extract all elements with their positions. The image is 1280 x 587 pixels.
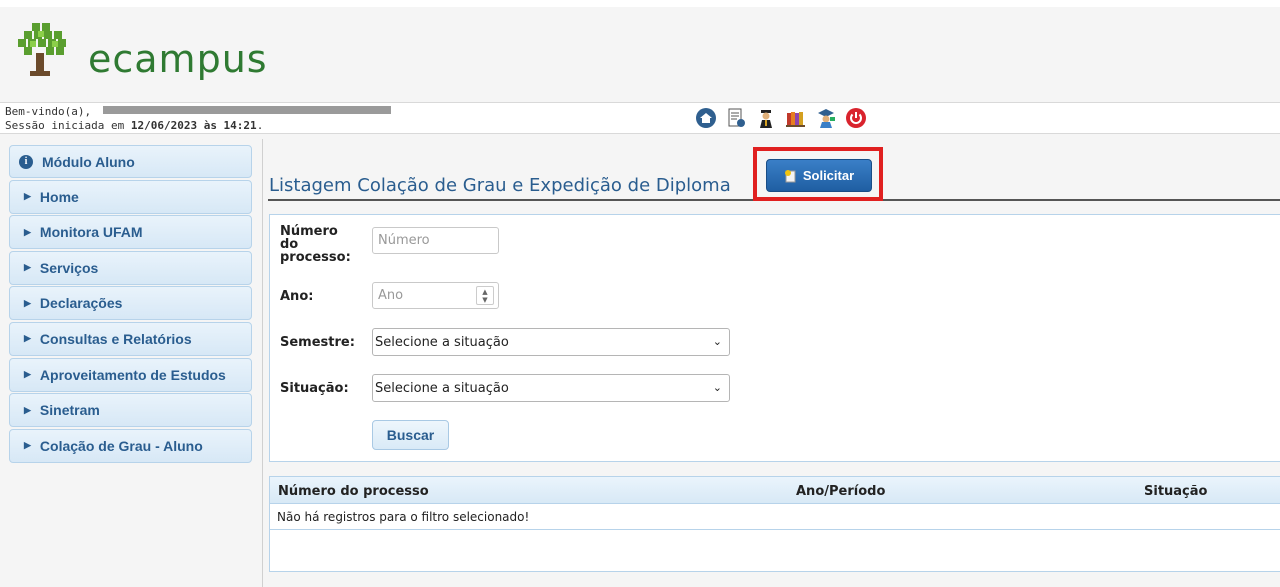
caret-right-icon: ▶ bbox=[24, 262, 31, 273]
sidebar-item-servicos[interactable]: ▶ Serviços bbox=[9, 250, 252, 285]
sidebar-item-sinetram[interactable]: ▶ Sinetram bbox=[9, 393, 252, 428]
session-datetime: 12/06/2023 às 14:21 bbox=[130, 119, 257, 132]
page-title: Listagem Colação de Grau e Expedição de … bbox=[269, 175, 731, 196]
welcome-text: Bem-vindo(a), bbox=[5, 105, 92, 118]
session-prefix: Sessão iniciada em bbox=[5, 119, 125, 132]
semestre-value: Selecione a situação bbox=[375, 334, 509, 350]
graduate-icon[interactable] bbox=[754, 106, 778, 130]
books-icon[interactable] bbox=[784, 106, 808, 130]
semestre-select[interactable]: Selecione a situação ⌄ bbox=[372, 328, 730, 356]
sidebar-item-label: Serviços bbox=[39, 259, 99, 276]
sidebar-item-label: Colação de Grau - Aluno bbox=[39, 437, 203, 454]
caret-right-icon: ▶ bbox=[24, 191, 31, 202]
filter-panel: Número do processo: Número Ano: Ano ▲ ▼ S… bbox=[269, 214, 1280, 462]
quick-icons bbox=[694, 106, 868, 130]
sidebar-item-monitora-ufam[interactable]: ▶ Monitora UFAM bbox=[9, 215, 252, 250]
session-bar: Bem-vindo(a), Sessão iniciada em 12/06/2… bbox=[0, 102, 1280, 134]
solicitar-button[interactable]: Solicitar bbox=[766, 159, 872, 192]
home-icon[interactable] bbox=[694, 106, 718, 130]
sidebar-item-label: Home bbox=[39, 188, 79, 205]
buscar-button[interactable]: Buscar bbox=[372, 420, 449, 450]
session-suffix: . bbox=[256, 119, 264, 132]
logo-text: ecampus bbox=[88, 37, 268, 81]
sidebar-item-aproveitamento-estudos[interactable]: ▶ Aproveitamento de Estudos bbox=[9, 357, 252, 392]
sidebar-header-modulo-aluno[interactable]: i Módulo Aluno bbox=[9, 145, 252, 178]
empty-message-row: Não há registros para o filtro seleciona… bbox=[270, 504, 1280, 530]
user-name-redacted bbox=[103, 106, 391, 114]
situacao-select[interactable]: Selecione a situação ⌄ bbox=[372, 374, 730, 402]
sidebar-item-consultas-relatorios[interactable]: ▶ Consultas e Relatórios bbox=[9, 321, 252, 356]
solicitar-label: Solicitar bbox=[802, 168, 855, 183]
caret-right-icon: ▶ bbox=[24, 333, 31, 344]
sidebar-item-label: Aproveitamento de Estudos bbox=[39, 366, 226, 383]
header: ecampus bbox=[0, 7, 1280, 102]
numero-processo-input[interactable]: Número bbox=[372, 227, 499, 254]
sidebar-item-label: Sinetram bbox=[39, 402, 100, 419]
sidebar-item-colacao-grau[interactable]: ▶ Colação de Grau - Aluno bbox=[9, 428, 252, 463]
tree-logo-icon bbox=[18, 23, 66, 76]
sidebar-item-declaracoes[interactable]: ▶ Declarações bbox=[9, 286, 252, 321]
info-icon: i bbox=[19, 154, 33, 169]
semestre-label: Semestre: bbox=[280, 335, 355, 350]
sidebar-header-label: Módulo Aluno bbox=[42, 153, 135, 170]
caret-right-icon: ▶ bbox=[24, 440, 31, 451]
caret-right-icon: ▶ bbox=[24, 226, 31, 237]
ano-input[interactable]: Ano ▲ ▼ bbox=[372, 282, 499, 309]
numero-label-line3: processo: bbox=[280, 250, 351, 265]
column-situacao[interactable]: Situação bbox=[1144, 484, 1207, 499]
sidebar-item-label: Declarações bbox=[39, 295, 123, 312]
document-icon[interactable] bbox=[724, 106, 748, 130]
ecampus-logo[interactable]: ecampus bbox=[16, 17, 267, 81]
column-numero-processo[interactable]: Número do processo bbox=[278, 484, 429, 499]
teacher-icon[interactable] bbox=[814, 106, 838, 130]
numero-placeholder: Número bbox=[378, 233, 430, 248]
power-icon[interactable] bbox=[844, 106, 868, 130]
top-strip bbox=[0, 0, 1280, 7]
caret-right-icon: ▶ bbox=[24, 297, 31, 308]
sidebar-item-home[interactable]: ▶ Home bbox=[9, 179, 252, 214]
table-header: Número do processo Ano/Período Situação bbox=[270, 477, 1280, 504]
sidebar-item-label: Monitora UFAM bbox=[39, 224, 143, 241]
ano-label: Ano: bbox=[280, 289, 314, 304]
caret-right-icon: ▶ bbox=[24, 369, 31, 380]
ano-placeholder: Ano bbox=[378, 288, 404, 303]
situacao-label: Situação: bbox=[280, 381, 349, 396]
session-info: Sessão iniciada em 12/06/2023 às 14:21. bbox=[5, 119, 263, 132]
results-table: Número do processo Ano/Período Situação … bbox=[269, 476, 1280, 572]
sidebar: i Módulo Aluno ▶ Home ▶ Monitora UFAM ▶ … bbox=[9, 145, 252, 464]
ano-spinner[interactable]: ▲ ▼ bbox=[476, 286, 494, 305]
chevron-down-icon: ⌄ bbox=[712, 381, 722, 394]
column-ano-periodo[interactable]: Ano/Período bbox=[796, 484, 885, 499]
add-document-icon bbox=[784, 169, 796, 182]
caret-right-icon: ▶ bbox=[24, 404, 31, 415]
sidebar-divider bbox=[262, 139, 263, 587]
sidebar-item-label: Consultas e Relatórios bbox=[39, 330, 192, 347]
numero-processo-label: Número do processo: bbox=[280, 225, 351, 264]
situacao-value: Selecione a situação bbox=[375, 380, 509, 396]
chevron-down-icon: ⌄ bbox=[712, 335, 722, 348]
